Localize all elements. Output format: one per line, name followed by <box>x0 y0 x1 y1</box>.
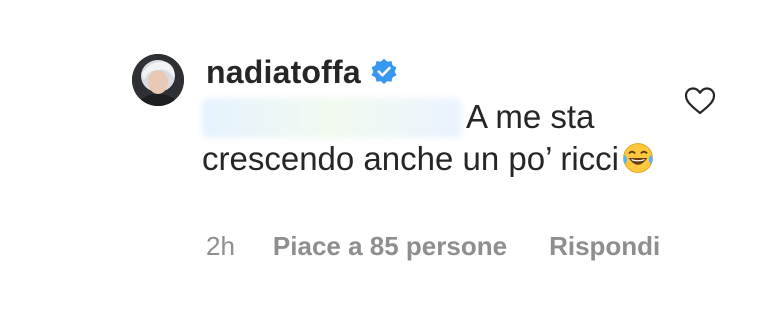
likes-count[interactable]: Piace a 85 persone <box>273 231 507 262</box>
comment-text: A me sta crescendo anche un po’ ricci <box>202 98 620 177</box>
comment: nadiatoffa A me sta crescendo anche un p… <box>0 0 767 311</box>
reply-button[interactable]: Rispondi <box>549 231 660 262</box>
username-row: nadiatoffa <box>206 52 398 92</box>
avatar[interactable] <box>132 54 184 106</box>
comment-body: A me sta crescendo anche un po’ ricci <box>202 96 672 180</box>
timestamp[interactable]: 2h <box>206 231 235 262</box>
username[interactable]: nadiatoffa <box>206 52 361 92</box>
verified-badge-icon <box>371 58 397 85</box>
laughing-tears-emoji-icon <box>623 143 653 174</box>
avatar-image <box>132 54 184 106</box>
like-heart-icon[interactable] <box>684 86 716 116</box>
comment-meta: 2h Piace a 85 persone Rispondi <box>206 228 660 264</box>
